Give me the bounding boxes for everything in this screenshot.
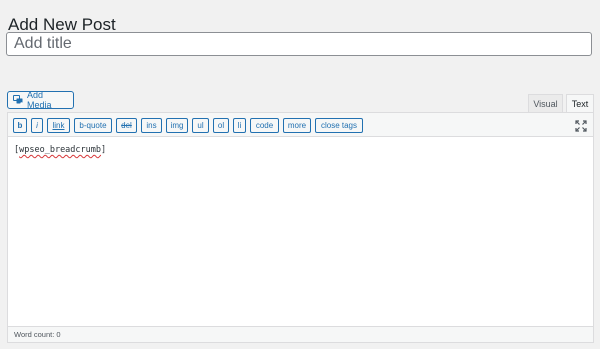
qt-li-button[interactable]: li <box>233 118 246 133</box>
tab-visual[interactable]: Visual <box>528 94 563 112</box>
word-count: Word count: 0 <box>14 330 61 339</box>
qt-ul-button[interactable]: ul <box>192 118 209 133</box>
qt-italic-button[interactable]: i <box>31 118 43 133</box>
qt-more-button[interactable]: more <box>283 118 311 133</box>
qt-blockquote-button[interactable]: b-quote <box>74 118 112 133</box>
status-bar: Word count: 0 <box>8 326 593 342</box>
quicktags-toolbar: b i link b-quote del ins img ul ol li co… <box>8 113 593 137</box>
qt-del-button[interactable]: del <box>116 118 137 133</box>
qt-img-button[interactable]: img <box>166 118 188 133</box>
add-media-label: Add Media <box>27 90 52 110</box>
qt-ins-button[interactable]: ins <box>141 118 162 133</box>
shortcode-close-bracket: ] <box>101 145 107 155</box>
editor-content[interactable]: [wpseo_breadcrumb] <box>14 145 106 155</box>
qt-ol-button[interactable]: ol <box>213 118 229 133</box>
qt-link-button[interactable]: link <box>47 118 70 133</box>
qt-bold-button[interactable]: b <box>13 118 27 133</box>
post-title-input[interactable] <box>6 32 592 56</box>
qt-code-button[interactable]: code <box>250 118 279 133</box>
fullscreen-icon[interactable] <box>575 119 587 132</box>
media-icon <box>13 95 24 105</box>
add-media-button[interactable]: Add Media <box>7 90 74 110</box>
shortcode-name: wpseo_breadcrumb <box>19 145 102 155</box>
qt-close-tags-button[interactable]: close tags <box>315 118 363 133</box>
text-editor: b i link b-quote del ins img ul ol li co… <box>7 112 594 343</box>
tab-text[interactable]: Text <box>566 94 594 113</box>
